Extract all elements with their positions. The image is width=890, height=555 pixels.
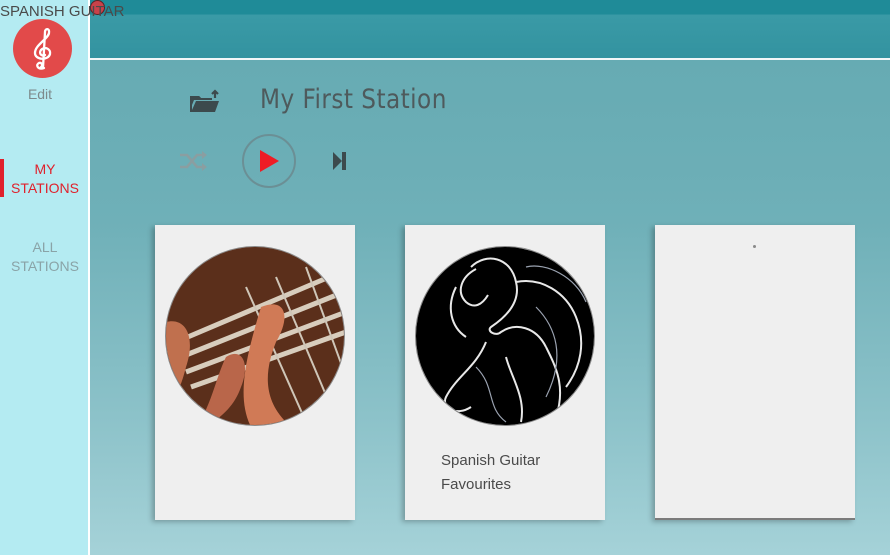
nav-my-stations[interactable]: MY STATIONS [0, 160, 90, 198]
horse-album-art [415, 246, 595, 426]
playlist-title: Spanish Guitar Favourites [441, 449, 601, 497]
folder-upload-icon [190, 89, 219, 112]
play-icon [260, 150, 279, 172]
sidebar [0, 0, 88, 555]
playlist-title-line2: Favourites [441, 476, 512, 493]
station-title: My First Station [260, 84, 447, 115]
playlist-card[interactable]: Spanish Guitar Favourites [405, 225, 605, 520]
edit-label[interactable]: Edit [0, 86, 80, 102]
top-bar-divider [90, 58, 890, 60]
open-folder-button[interactable] [188, 88, 222, 116]
nav-all-stations-line2: STATIONS [11, 258, 79, 274]
nav-my-stations-line1: MY [34, 161, 56, 177]
shuffle-icon [180, 151, 207, 171]
app-logo[interactable] [13, 19, 72, 78]
playlist-card[interactable] [155, 225, 355, 520]
playlist-card-empty[interactable] [655, 225, 855, 520]
play-button[interactable] [242, 134, 296, 188]
guitar-album-art [165, 246, 345, 426]
shuffle-button[interactable] [178, 148, 210, 174]
guitar-image [166, 247, 344, 425]
nav-all-stations-line1: ALL [32, 239, 58, 255]
horse-image [416, 247, 594, 425]
nav-all-stations[interactable]: ALL STATIONS [0, 238, 90, 276]
nav-my-stations-line2: STATIONS [11, 180, 79, 196]
skip-next-button[interactable] [330, 148, 352, 174]
placeholder-dot [753, 245, 756, 248]
treble-clef-icon [33, 27, 51, 70]
skip-next-icon [333, 152, 346, 170]
playlist-title: SPANISH GUITAR [0, 3, 125, 20]
top-bar [90, 0, 890, 58]
playlist-title-line1: Spanish Guitar [441, 452, 541, 469]
